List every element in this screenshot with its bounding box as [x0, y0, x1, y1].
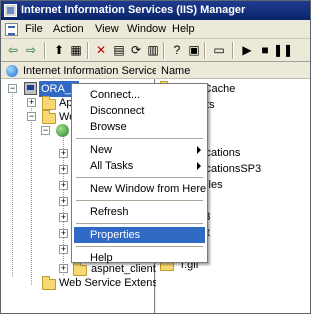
start-icon[interactable]: ▶	[239, 42, 255, 58]
collapse-icon[interactable]: −	[8, 84, 17, 93]
toolbar-separator	[232, 42, 234, 59]
menu-separator	[76, 223, 203, 224]
help-icon[interactable]: ?	[169, 42, 185, 58]
folder-icon	[42, 276, 56, 290]
context-menu-item-new[interactable]: New	[74, 142, 205, 158]
submenu-arrow-icon	[197, 162, 201, 170]
window-title: Internet Information Services (IIS) Mana…	[21, 4, 246, 16]
context-menu-item-label: Browse	[90, 121, 127, 133]
context-menu-item-label: All Tasks	[90, 160, 134, 172]
column-header-name[interactable]: Name	[156, 63, 310, 79]
properties-icon[interactable]: ▤	[111, 42, 127, 58]
expand-icon[interactable]: +	[59, 181, 68, 190]
web-site-icon	[56, 124, 69, 137]
context-menu-item-label: Properties	[90, 229, 141, 241]
context-menu-item-label: New Window from Here	[90, 183, 207, 195]
expand-icon[interactable]: +	[59, 264, 68, 273]
iis-globe-icon	[6, 65, 18, 77]
context-menu-item-label: New	[90, 144, 113, 156]
expand-icon[interactable]: +	[59, 213, 68, 222]
menu-separator	[76, 246, 203, 247]
computer-icon	[24, 82, 37, 95]
tree-line	[31, 105, 32, 285]
context-menu-item-new-window-from-here[interactable]: New Window from Here	[74, 181, 207, 197]
iis-app-icon	[4, 4, 17, 17]
menu-action[interactable]: Action	[53, 22, 84, 37]
collapse-icon[interactable]: −	[27, 112, 36, 121]
expand-icon[interactable]: +	[59, 149, 68, 158]
submenu-arrow-icon	[197, 146, 201, 154]
expand-icon[interactable]: +	[59, 165, 68, 174]
iis-manager-window: Internet Information Services (IIS) Mana…	[0, 0, 311, 314]
show-hide-tree-icon[interactable]: ▦	[68, 42, 84, 58]
delete-icon[interactable]: ✕	[93, 42, 109, 58]
menu-window[interactable]: Window	[127, 22, 166, 37]
refresh-icon[interactable]: ⟳	[128, 42, 144, 58]
tree-root[interactable]: Internet Information Services	[1, 63, 164, 79]
context-menu-item-label: Refresh	[90, 206, 129, 218]
context-menu-item-disconnect[interactable]: Disconnect	[74, 103, 205, 119]
tree-root-label: Internet Information Services	[23, 65, 164, 77]
expand-icon[interactable]: +	[59, 197, 68, 206]
context-menu-item-label: Connect...	[90, 89, 141, 101]
context-menu-item-properties[interactable]: Properties	[74, 227, 205, 243]
context-menu-item-browse[interactable]: Browse	[74, 119, 205, 135]
context-menu-item-help[interactable]: Help	[74, 250, 205, 266]
toolbar-separator	[44, 42, 46, 59]
context-menu-item-all-tasks[interactable]: All Tasks	[74, 158, 205, 174]
expand-icon[interactable]: +	[59, 229, 68, 238]
context-menu: Connect... Disconnect Browse New All Tasks Ne…	[71, 83, 208, 266]
collapse-icon[interactable]: −	[41, 126, 50, 135]
system-menu-icon[interactable]	[5, 23, 18, 36]
view-icon[interactable]: ▣	[186, 42, 202, 58]
up-folder-icon[interactable]: ⬆	[51, 42, 67, 58]
tree-line	[12, 87, 13, 277]
context-menu-item-refresh[interactable]: Refresh	[74, 204, 205, 220]
menu-separator	[76, 177, 203, 178]
back-icon[interactable]: ⇦	[5, 42, 21, 58]
menu-separator	[76, 138, 203, 139]
menu-bar: File Action View Window Help	[1, 20, 310, 39]
context-menu-item-label: Help	[90, 252, 113, 264]
toolbar-separator	[87, 42, 89, 59]
expand-icon[interactable]: +	[59, 245, 68, 254]
computer-icon[interactable]: ▭	[211, 42, 227, 58]
stop-icon[interactable]: ■	[257, 42, 273, 58]
context-menu-item-label: Disconnect	[90, 105, 145, 117]
menu-file[interactable]: File	[25, 22, 43, 37]
tree-item-web-service-ext[interactable]: Web Service Extension	[27, 275, 173, 291]
context-menu-item-connect[interactable]: Connect...	[74, 87, 205, 103]
menu-separator	[76, 200, 203, 201]
export-list-icon[interactable]: ▥	[145, 42, 161, 58]
menu-view[interactable]: View	[95, 22, 119, 37]
pause-icon[interactable]: ❚❚	[273, 42, 293, 58]
expand-icon[interactable]: +	[27, 98, 36, 107]
toolbar-separator	[163, 42, 165, 59]
menu-help[interactable]: Help	[172, 22, 195, 37]
title-bar: Internet Information Services (IIS) Mana…	[1, 1, 310, 20]
toolbar: ⇦ ⇨ ⬆ ▦ ✕ ▤ ⟳ ▥? ▣ ▭ ▶ ■ ❚❚	[1, 39, 310, 62]
forward-icon[interactable]: ⇨	[23, 42, 39, 58]
toolbar-separator	[204, 42, 206, 59]
